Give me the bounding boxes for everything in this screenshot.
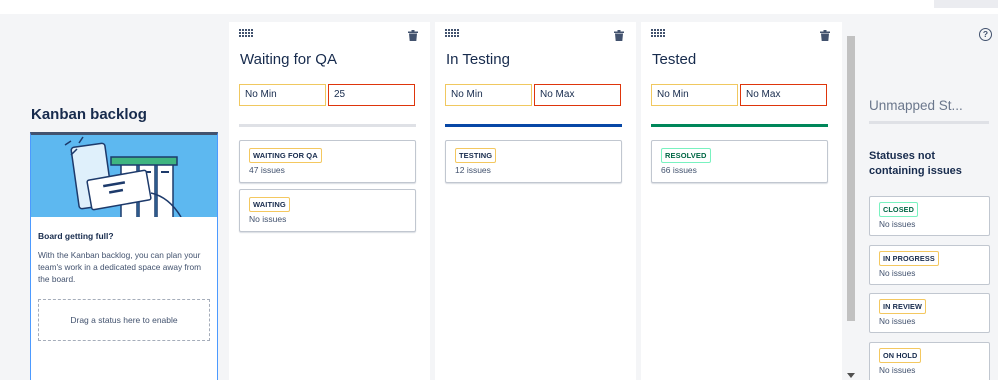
column-title[interactable]: Tested: [652, 51, 696, 68]
backlog-card: Board getting full? With the Kanban back…: [30, 132, 218, 380]
column-tested[interactable]: Tested No Min No Max RESOLVED 66 issues: [641, 22, 842, 380]
unmapped-status-card[interactable]: CLOSED No issues: [869, 196, 990, 236]
column-max-input[interactable]: 25: [328, 84, 415, 106]
unmapped-status-card[interactable]: IN REVIEW No issues: [869, 293, 990, 333]
unmapped-status-card[interactable]: IN PROGRESS No issues: [869, 245, 990, 285]
board-illustration: [31, 135, 217, 217]
issue-count: No issues: [879, 268, 916, 278]
trash-icon[interactable]: [614, 30, 624, 41]
column-max-input[interactable]: No Max: [534, 84, 621, 106]
column-max-input[interactable]: No Max: [740, 84, 827, 106]
status-card[interactable]: WAITING FOR QA 47 issues: [239, 140, 416, 183]
unmapped-divider: [869, 121, 989, 124]
status-lozenge: ON HOLD: [879, 348, 922, 363]
drag-handle-icon[interactable]: [445, 29, 459, 37]
issue-count: 66 issues: [661, 165, 697, 175]
drag-handle-icon[interactable]: [651, 29, 665, 37]
status-lozenge: WAITING: [249, 197, 290, 212]
issue-count: No issues: [879, 365, 916, 375]
column-min-input[interactable]: No Min: [651, 84, 738, 106]
column-title[interactable]: Waiting for QA: [240, 51, 337, 68]
trash-icon[interactable]: [408, 30, 418, 41]
status-card[interactable]: TESTING 12 issues: [445, 140, 622, 183]
column-divider: [445, 124, 622, 127]
top-bar: [0, 0, 998, 14]
issue-count: No issues: [879, 219, 916, 229]
column-waiting-for-qa[interactable]: Waiting for QA No Min 25 WAITING FOR QA …: [229, 22, 430, 380]
column-divider: [651, 124, 828, 127]
status-card[interactable]: WAITING No issues: [239, 189, 416, 232]
issue-count: No issues: [249, 214, 287, 224]
top-bar-box: [934, 0, 998, 8]
scroll-down-icon[interactable]: [847, 373, 855, 378]
trash-icon[interactable]: [820, 30, 830, 41]
column-in-testing[interactable]: In Testing No Min No Max TESTING 12 issu…: [435, 22, 636, 380]
unmapped-statuses-panel: ? Unmapped St... Statuses not containing…: [860, 22, 998, 380]
backlog-description: With the Kanban backlog, you can plan yo…: [38, 250, 201, 284]
help-icon[interactable]: ?: [979, 28, 992, 41]
vertical-scrollbar[interactable]: [846, 36, 856, 380]
status-lozenge: IN PROGRESS: [879, 251, 939, 266]
unmapped-status-card[interactable]: ON HOLD No issues: [869, 342, 990, 380]
column-divider: [239, 124, 416, 127]
status-lozenge: WAITING FOR QA: [249, 148, 322, 163]
backlog-dropzone[interactable]: Drag a status here to enable: [38, 299, 210, 341]
status-lozenge: RESOLVED: [661, 148, 711, 163]
issue-count: No issues: [879, 316, 916, 326]
column-min-input[interactable]: No Min: [239, 84, 326, 106]
status-lozenge: TESTING: [455, 148, 497, 163]
status-lozenge: CLOSED: [879, 202, 919, 217]
column-min-input[interactable]: No Min: [445, 84, 532, 106]
backlog-title: Kanban backlog: [31, 106, 147, 123]
column-title[interactable]: In Testing: [446, 51, 510, 68]
status-lozenge: IN REVIEW: [879, 299, 927, 314]
issue-count: 12 issues: [455, 165, 491, 175]
board-configuration: Kanban backlog Board getting full? With …: [24, 14, 998, 380]
scrollbar-thumb[interactable]: [847, 36, 855, 321]
unmapped-subtitle: Statuses not containing issues: [869, 150, 962, 177]
unmapped-title: Unmapped St...: [869, 98, 963, 113]
issue-count: 47 issues: [249, 165, 285, 175]
kanban-backlog-panel: Kanban backlog Board getting full? With …: [24, 22, 220, 380]
backlog-heading: Board getting full?: [38, 231, 114, 241]
status-card[interactable]: RESOLVED 66 issues: [651, 140, 828, 183]
drag-handle-icon[interactable]: [239, 29, 253, 37]
